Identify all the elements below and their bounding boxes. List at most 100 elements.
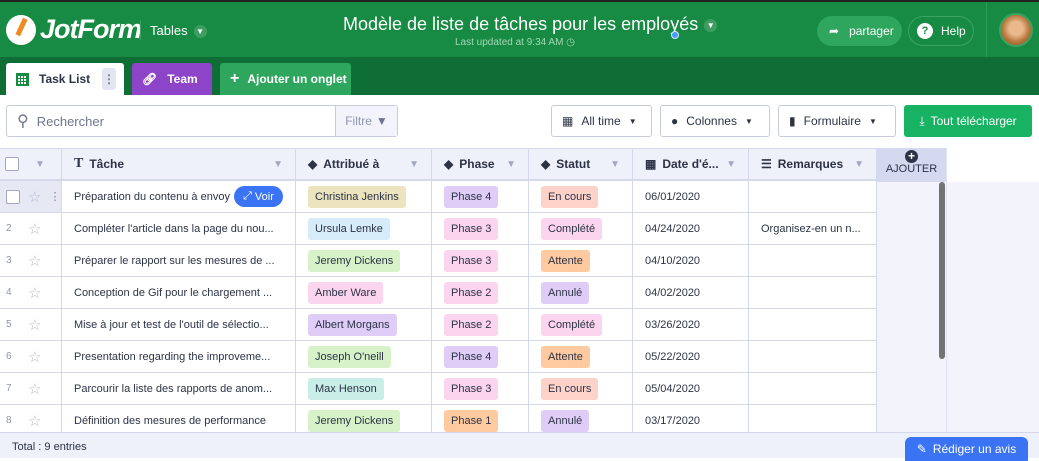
assignee-cell[interactable]: Joseph O'neill — [296, 341, 432, 372]
column-header-phase[interactable]: ◆ Phase ▼ — [432, 149, 529, 179]
avatar[interactable] — [999, 13, 1033, 47]
date-cell[interactable]: 04/02/2020 — [633, 277, 749, 308]
chevron-down-icon[interactable]: ▼ — [704, 18, 718, 32]
tables-menu[interactable]: Tables ▼ — [150, 23, 207, 39]
task-cell[interactable]: Préparer le rapport sur les mesures de .… — [62, 245, 296, 276]
chevron-down-icon[interactable]: ▼ — [273, 159, 283, 170]
notes-cell[interactable]: Organisez-en un n... — [749, 213, 877, 244]
phase-cell[interactable]: Phase 3 — [432, 213, 529, 244]
column-header-status[interactable]: ◆ Statut ▼ — [529, 149, 633, 179]
status-cell[interactable]: En cours — [529, 181, 633, 212]
star-icon[interactable]: ☆ — [28, 252, 41, 270]
chevron-down-icon[interactable]: ▼ — [35, 159, 45, 170]
column-header-task[interactable]: T Tâche ▼ — [62, 149, 296, 179]
assignee-cell[interactable]: Max Henson — [296, 373, 432, 404]
date-cell[interactable]: 03/26/2020 — [633, 309, 749, 340]
more-options-icon[interactable]: ⋮ — [49, 190, 60, 203]
notes-cell[interactable] — [749, 309, 877, 340]
phase-tag: Phase 4 — [444, 185, 499, 208]
table-row[interactable]: 6 ☆ Presentation regarding the improveme.… — [0, 341, 877, 373]
date-cell[interactable]: 06/01/2020 — [633, 181, 749, 212]
download-all-button[interactable]: ⤓ Tout télécharger — [904, 105, 1032, 137]
view-row-button[interactable]: ⤢ Voir — [234, 186, 283, 207]
column-header-assignee[interactable]: ◆ Attribué à ▼ — [296, 149, 432, 179]
notes-cell[interactable] — [749, 245, 877, 276]
chevron-down-icon[interactable]: ▼ — [726, 159, 736, 170]
assignee-cell[interactable]: Albert Morgans — [296, 309, 432, 340]
table-row[interactable]: ☆ ⋮ Préparation du contenu à envoy Christ… — [0, 181, 877, 213]
star-icon[interactable]: ☆ — [28, 412, 41, 430]
phase-cell[interactable]: Phase 3 — [432, 373, 529, 404]
chevron-down-icon[interactable]: ▼ — [610, 159, 620, 170]
phase-cell[interactable]: Phase 3 — [432, 245, 529, 276]
phase-cell[interactable]: Phase 2 — [432, 309, 529, 340]
jotform-logo[interactable]: JotForm — [6, 14, 142, 45]
star-icon[interactable]: ☆ — [28, 348, 41, 366]
notes-cell[interactable] — [749, 341, 877, 372]
date-cell[interactable]: 05/04/2020 — [633, 373, 749, 404]
star-icon[interactable]: ☆ — [28, 316, 41, 334]
status-badge: En cours — [541, 377, 599, 400]
chevron-down-icon[interactable]: ▼ — [506, 159, 516, 170]
assignee-cell[interactable]: Jeremy Dickens — [296, 245, 432, 276]
task-cell[interactable]: Conception de Gif pour le chargement ... — [62, 277, 296, 308]
add-column-button[interactable]: + AJOUTER — [877, 148, 946, 182]
task-cell[interactable]: Mise à jour et test de l'outil de sélect… — [62, 309, 296, 340]
filter-button[interactable]: Filtre ▼ — [335, 106, 397, 136]
star-icon[interactable]: ☆ — [28, 380, 41, 398]
phase-cell[interactable]: Phase 4 — [432, 181, 529, 212]
select-all-checkbox[interactable] — [5, 157, 19, 171]
status-cell[interactable]: Complété — [529, 213, 633, 244]
table-row[interactable]: 3 ☆ Préparer le rapport sur les mesures d… — [0, 245, 877, 277]
column-header-notes[interactable]: ☰ Remarques ▼ — [749, 149, 877, 179]
notes-cell[interactable] — [749, 181, 877, 212]
table-row[interactable]: 4 ☆ Conception de Gif pour le chargement … — [0, 277, 877, 309]
phase-cell[interactable]: Phase 2 — [432, 277, 529, 308]
tab-task-list[interactable]: Task List ⋮ — [6, 63, 124, 95]
date-cell[interactable]: 05/22/2020 — [633, 341, 749, 372]
search-input[interactable]: ⚲ Rechercher Filtre ▼ — [6, 105, 398, 137]
chevron-down-icon[interactable]: ▼ — [409, 159, 419, 170]
date-cell[interactable]: 04/10/2020 — [633, 245, 749, 276]
table-row[interactable]: 7 ☆ Parcourir la liste des rapports de an… — [0, 373, 877, 405]
task-cell[interactable]: Presentation regarding the improveme... — [62, 341, 296, 372]
notes-cell[interactable] — [749, 373, 877, 404]
status-cell[interactable]: Attente — [529, 245, 633, 276]
status-cell[interactable]: Complété — [529, 309, 633, 340]
column-header-date[interactable]: ▦ Date d'é... ▼ — [633, 149, 749, 179]
page-title[interactable]: Modèle de liste de tâches pour les emplo… — [343, 14, 718, 35]
assignee-cell[interactable]: Ursula Lemke — [296, 213, 432, 244]
star-icon[interactable]: ☆ — [28, 284, 41, 302]
add-tab-button[interactable]: + Ajouter un onglet — [220, 63, 351, 95]
help-button[interactable]: ? Help — [908, 16, 974, 46]
app-header: JotForm Tables ▼ Modèle de liste de tâche… — [0, 0, 1039, 59]
task-cell[interactable]: Parcourir la liste des rapports de anom.… — [62, 373, 296, 404]
tab-team[interactable]: 🔗︎ Team — [132, 63, 212, 95]
star-icon[interactable]: ☆ — [28, 220, 41, 238]
star-icon[interactable]: ☆ — [28, 188, 41, 206]
share-button[interactable]: ➦ partager — [817, 16, 902, 46]
scrollbar[interactable] — [939, 182, 945, 359]
status-cell[interactable]: Annulé — [529, 277, 633, 308]
columns-dropdown[interactable]: ● Colonnes ▼ — [660, 105, 770, 137]
row-checkbox[interactable] — [6, 189, 20, 204]
more-options-icon[interactable]: ⋮ — [102, 68, 116, 90]
phase-cell[interactable]: Phase 4 — [432, 341, 529, 372]
select-all[interactable]: ▼ — [0, 149, 62, 179]
status-cell[interactable]: Attente — [529, 341, 633, 372]
notes-cell[interactable] — [749, 277, 877, 308]
assignee-cell[interactable]: Amber Ware — [296, 277, 432, 308]
logo-text: JotForm — [40, 14, 142, 44]
write-review-button[interactable]: ✎ Rédiger un avis — [905, 437, 1028, 461]
assignee-cell[interactable]: Christina Jenkins — [296, 181, 432, 212]
form-dropdown[interactable]: ▮ Formulaire ▼ — [778, 105, 896, 137]
status-dot — [671, 31, 679, 39]
time-range-dropdown[interactable]: ▦ All time ▼ — [551, 105, 652, 137]
chevron-down-icon[interactable]: ▼ — [854, 159, 864, 170]
status-cell[interactable]: En cours — [529, 373, 633, 404]
row-controls: 5 ☆ — [0, 309, 62, 340]
task-cell[interactable]: Compléter l'article dans la page du nou.… — [62, 213, 296, 244]
table-row[interactable]: 2 ☆ Compléter l'article dans la page du n… — [0, 213, 877, 245]
date-cell[interactable]: 04/24/2020 — [633, 213, 749, 244]
table-row[interactable]: 5 ☆ Mise à jour et test de l'outil de sél… — [0, 309, 877, 341]
